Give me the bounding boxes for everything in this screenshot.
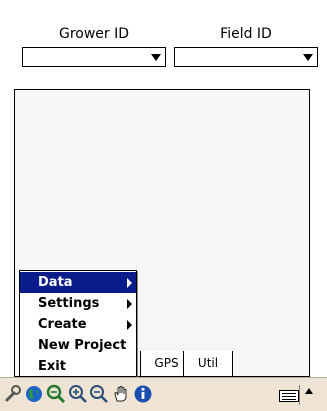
menu-item-settings[interactable]: Settings: [20, 293, 136, 314]
menu-item-label: Data: [38, 275, 73, 290]
submenu-arrow-icon: [127, 278, 132, 288]
toolbar-separator: [299, 385, 300, 405]
menu-item-label: New Project: [38, 338, 127, 353]
menu-item-data[interactable]: Data: [20, 272, 136, 293]
chevron-down-icon: [151, 54, 161, 61]
menu-item-new-project[interactable]: New Project: [20, 335, 136, 356]
zoom-in-icon[interactable]: [68, 384, 88, 404]
submenu-arrow-icon: [127, 320, 132, 330]
globe-icon[interactable]: [24, 384, 44, 404]
bottom-toolbar: [0, 377, 327, 411]
input-arrow-icon[interactable]: [305, 388, 313, 394]
menu-item-label: Exit: [38, 359, 66, 374]
zoom-extent-icon[interactable]: [46, 384, 66, 404]
field-id-label: Field ID: [220, 26, 272, 42]
menu-item-create[interactable]: Create: [20, 314, 136, 335]
menu-item-label: Create: [38, 317, 87, 332]
zoom-out-icon[interactable]: [89, 384, 109, 404]
info-icon[interactable]: [133, 384, 153, 404]
tab-util[interactable]: Util: [183, 351, 233, 377]
grower-id-select[interactable]: [22, 47, 166, 67]
menu-item-label: Settings: [38, 296, 100, 311]
popup-menu: Data Settings Create New Project Exit: [19, 270, 137, 377]
menu-item-exit[interactable]: Exit: [20, 356, 136, 377]
grower-id-label: Grower ID: [58, 26, 130, 42]
wrench-icon[interactable]: [3, 384, 23, 404]
keyboard-icon[interactable]: [279, 390, 299, 402]
chevron-down-icon: [303, 54, 313, 61]
submenu-arrow-icon: [127, 299, 132, 309]
pan-hand-icon[interactable]: [111, 384, 131, 404]
field-id-select[interactable]: [174, 47, 318, 67]
